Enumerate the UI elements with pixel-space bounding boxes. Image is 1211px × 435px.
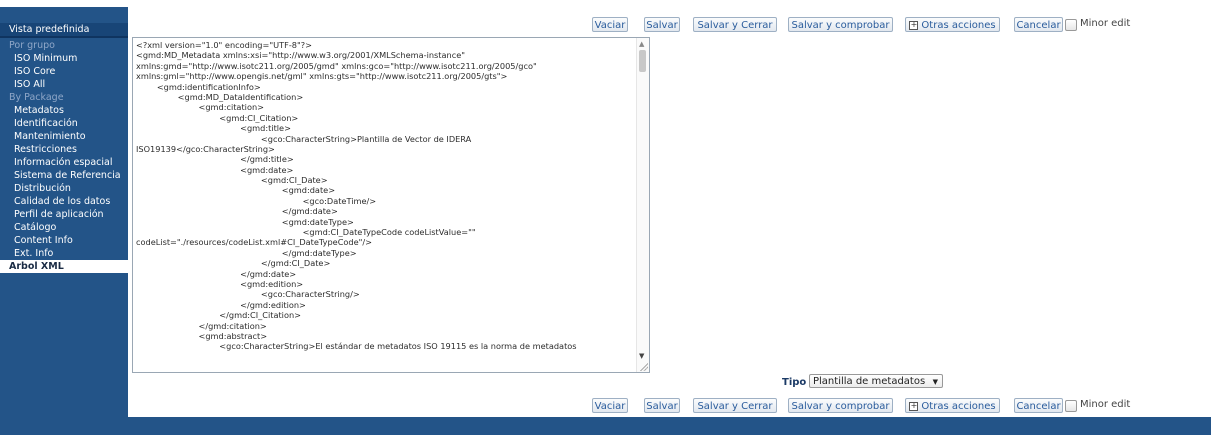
xml-line: <gco:CharacterString>El estándar de meta… — [136, 341, 577, 352]
xml-line: <gco:CharacterString/> — [136, 289, 360, 300]
vaciar-button[interactable]: Vaciar — [592, 17, 628, 32]
xml-line: <gmd:citation> — [136, 102, 264, 113]
xml-line: codeList="./resources/codeList.xml#CI_Da… — [136, 237, 373, 248]
sidebar-item-iso-core[interactable]: ISO Core — [0, 65, 128, 78]
xml-line: </gmd:citation> — [136, 320, 267, 331]
otras-acciones-button[interactable]: + Otras acciones — [905, 17, 1000, 32]
sidebar-item-ext-info[interactable]: Ext. Info — [0, 247, 128, 260]
xml-line: <gmd:date> — [136, 185, 336, 196]
cancelar-button[interactable]: Cancelar — [1014, 17, 1063, 32]
sidebar-divider — [0, 36, 128, 38]
top-toolbar: Vaciar Salvar Salvar y Cerrar Salvar y c… — [128, 17, 1211, 34]
xml-line: <gmd:identificationInfo> — [136, 81, 261, 92]
minor-edit-label: Minor edit — [1080, 18, 1131, 29]
sidebar-item-restricciones[interactable]: Restricciones — [0, 143, 128, 156]
chevron-down-icon: ▼ — [932, 378, 938, 386]
xml-line: <gco:DateTime/> — [136, 195, 377, 206]
minor-edit-checkbox[interactable] — [1065, 19, 1077, 31]
xml-line: <gmd:edition> — [136, 278, 304, 289]
xml-line: </gmd:edition> — [136, 299, 306, 310]
otras-acciones-label: Otras acciones — [921, 20, 996, 31]
sidebar-item-identificacion[interactable]: Identificación — [0, 117, 128, 130]
main-editor: Vaciar Salvar Salvar y Cerrar Salvar y c… — [128, 7, 1211, 417]
bottom-toolbar: Vaciar Salvar Salvar y Cerrar Salvar y c… — [128, 398, 1211, 415]
salvar-y-comprobar-button[interactable]: Salvar y comprobar — [788, 17, 893, 32]
xml-line: <gmd:title> — [136, 123, 291, 134]
salvar-button-bottom[interactable]: Salvar — [644, 398, 680, 413]
scroll-thumb[interactable] — [639, 50, 646, 72]
sidebar-item-distribucion[interactable]: Distribución — [0, 182, 128, 195]
sidebar-item-calidad-de-los-datos[interactable]: Calidad de los datos — [0, 195, 128, 208]
scroll-up-arrow-icon[interactable]: ▲ — [639, 40, 644, 48]
sidebar-item-perfil-de-aplicacion[interactable]: Perfil de aplicación — [0, 208, 128, 221]
xml-line: <gco:CharacterString>Plantilla de Vector… — [136, 133, 472, 144]
xml-line: <gmd:abstract> — [136, 330, 268, 341]
otras-acciones-button-bottom[interactable]: + Otras acciones — [905, 398, 1000, 413]
xml-line: xmlns:gmd="http://www.isotc211.org/2005/… — [136, 60, 537, 71]
xml-scrollbar[interactable]: ▲ ▼ — [636, 38, 649, 372]
sidebar-item-sistema-de-referencia[interactable]: Sistema de Referencia — [0, 169, 128, 182]
xml-line: xmlns:gml="http://www.opengis.net/gml" x… — [136, 71, 508, 82]
salvar-y-comprobar-button-bottom[interactable]: Salvar y comprobar — [788, 398, 893, 413]
resize-grip-icon[interactable] — [639, 362, 648, 371]
sidebar-item-content-info[interactable]: Content Info — [0, 234, 128, 247]
sidebar-item-metadatos[interactable]: Metadatos — [0, 104, 128, 117]
tipo-label: Tipo — [782, 377, 807, 388]
sidebar-item-arbol-xml[interactable]: Arbol XML — [0, 260, 128, 273]
xml-line: <gmd:MD_DataIdentification> — [136, 91, 304, 102]
xml-line: <gmd:dateType> — [136, 216, 354, 227]
sidebar-item-iso-minimum[interactable]: ISO Minimum — [0, 52, 128, 65]
salvar-y-cerrar-button[interactable]: Salvar y Cerrar — [693, 17, 777, 32]
expand-plus-icon: + — [909, 20, 919, 30]
xml-line: <?xml version="1.0" encoding="UTF-8"?> — [136, 40, 312, 50]
vaciar-button-bottom[interactable]: Vaciar — [592, 398, 628, 413]
sidebar-item-informacion-espacial[interactable]: Información espacial — [0, 156, 128, 169]
salvar-y-cerrar-button-bottom[interactable]: Salvar y Cerrar — [693, 398, 777, 413]
otras-acciones-label: Otras acciones — [921, 401, 996, 412]
sidebar-header-by-package: By Package — [9, 92, 64, 103]
minor-edit-label-bottom: Minor edit — [1080, 399, 1131, 410]
xml-text-content[interactable]: <?xml version="1.0" encoding="UTF-8"?> <g… — [133, 38, 635, 372]
xml-line: </gmd:date> — [136, 206, 338, 217]
xml-line: </gmd:CI_Citation> — [136, 310, 302, 321]
xml-line: <gmd:CI_DateTypeCode codeListValue="" — [136, 227, 476, 238]
tipo-selected-value: Plantilla de metadatos — [813, 376, 926, 387]
xml-line: <gmd:date> — [136, 164, 294, 175]
xml-line: </gmd:CI_Date> — [136, 258, 331, 269]
xml-line: </gmd:date> — [136, 268, 297, 279]
sidebar-item-iso-all[interactable]: ISO All — [0, 78, 128, 91]
tipo-select[interactable]: Plantilla de metadatos ▼ — [809, 374, 943, 388]
xml-line: </gmd:title> — [136, 154, 294, 165]
cancelar-button-bottom[interactable]: Cancelar — [1014, 398, 1063, 413]
xml-line: <gmd:CI_Citation> — [136, 112, 299, 123]
xml-textarea[interactable]: <?xml version="1.0" encoding="UTF-8"?> <g… — [132, 37, 650, 373]
sidebar: Vista predefinida Por grupo ISO Minimum … — [0, 7, 128, 417]
xml-line: <gmd:MD_Metadata xmlns:xsi="http://www.w… — [136, 50, 466, 61]
sidebar-item-catalogo[interactable]: Catálogo — [0, 221, 128, 234]
footer-bar — [0, 417, 1211, 435]
xml-line: <gmd:CI_Date> — [136, 175, 328, 186]
xml-line: ISO19139</gco:CharacterString> — [136, 143, 275, 154]
xml-line: </gmd:dateType> — [136, 247, 357, 258]
sidebar-header-por-grupo: Por grupo — [9, 40, 55, 51]
scroll-down-arrow-icon[interactable]: ▼ — [639, 352, 644, 360]
minor-edit-checkbox-bottom[interactable] — [1065, 400, 1077, 412]
expand-plus-icon: + — [909, 401, 919, 411]
salvar-button[interactable]: Salvar — [644, 17, 680, 32]
sidebar-item-mantenimiento[interactable]: Mantenimiento — [0, 130, 128, 143]
sidebar-item-vista-predefinida[interactable]: Vista predefinida — [0, 23, 128, 36]
